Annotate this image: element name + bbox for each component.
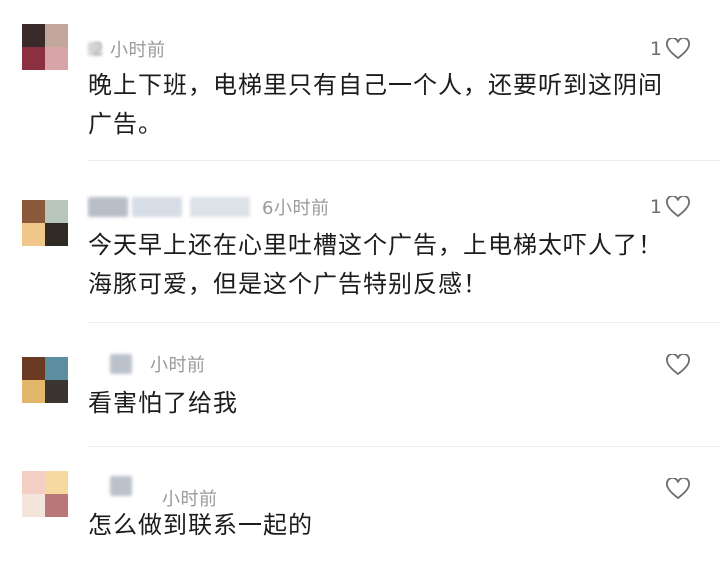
like-button[interactable]: [662, 352, 690, 378]
comment-item: 小时前 怎么做到联系一起的: [0, 446, 720, 583]
like-count: 1: [649, 38, 662, 60]
username-blurred[interactable]: [110, 476, 132, 496]
comment-line: 晚上下班，电梯里只有自己一个人，还要听到这阴间: [88, 71, 663, 99]
avatar-pixel: [45, 471, 68, 494]
comment-text: 怎么做到联系一起的: [88, 506, 698, 545]
avatar-pixel: [22, 200, 45, 223]
comment-item: 6小时前 1 今天早上还在心里吐槽这个广告，上电梯太吓人了！ 海豚可爱，但是这个…: [0, 160, 720, 323]
avatar-pixel: [22, 357, 45, 380]
comment-item: 小时前 看害怕了给我: [0, 322, 720, 447]
avatar-pixel: [22, 471, 45, 494]
avatar-pixel: [45, 24, 68, 47]
comment-line: 今天早上还在心里吐槽这个广告，上电梯太吓人了！: [88, 231, 663, 259]
comment-meta: 6小时前: [88, 195, 329, 219]
heart-icon: [666, 196, 690, 218]
avatar[interactable]: [22, 200, 68, 246]
comment-text: 今天早上还在心里吐槽这个广告，上电梯太吓人了！ 海豚可爱，但是这个广告特别反感！: [88, 226, 698, 304]
avatar[interactable]: [22, 24, 68, 70]
username-blurred: [132, 197, 182, 217]
comment-meta: 小时前: [88, 352, 206, 376]
avatar-pixel: [45, 494, 68, 517]
avatar-pixel: [22, 223, 45, 246]
avatar-pixel: [45, 200, 68, 223]
like-button[interactable]: 1: [650, 36, 690, 62]
avatar-pixel: [22, 24, 45, 47]
comment-time: 6小时前: [262, 198, 330, 219]
comment-meta: 2 小时前: [88, 37, 165, 61]
comment-line: 怎么做到联系一起的: [88, 511, 313, 539]
avatar[interactable]: [22, 357, 68, 403]
like-count: 1: [649, 196, 662, 218]
comment-line: 海豚可爱，但是这个广告特别反感！: [88, 270, 488, 298]
comment-meta: 小时前: [88, 474, 218, 510]
avatar-pixel: [22, 494, 45, 517]
like-button[interactable]: [662, 476, 690, 502]
comment-line: 广告。: [88, 110, 163, 138]
username-blurred[interactable]: [110, 354, 132, 374]
heart-icon: [666, 478, 690, 500]
heart-icon: [666, 354, 690, 376]
avatar-pixel: [45, 47, 68, 70]
username-blurred: [190, 197, 250, 217]
avatar[interactable]: [22, 471, 68, 517]
avatar-pixel: [45, 380, 68, 403]
comment-time: 小时前: [109, 40, 166, 61]
comment-text: 看害怕了给我: [88, 384, 698, 423]
avatar-pixel: [22, 47, 45, 70]
comment-time-prefix: 2: [92, 38, 104, 60]
comment-time: 小时前: [150, 355, 206, 376]
comment-text: 晚上下班，电梯里只有自己一个人，还要听到这阴间 广告。: [88, 66, 698, 144]
comment-item: 2 小时前 1 晚上下班，电梯里只有自己一个人，还要听到这阴间 广告。: [0, 0, 720, 161]
avatar-pixel: [45, 223, 68, 246]
avatar-pixel: [22, 380, 45, 403]
comment-line: 看害怕了给我: [88, 389, 238, 417]
avatar-pixel: [45, 357, 68, 380]
username-blurred[interactable]: [88, 197, 128, 217]
like-button[interactable]: 1: [650, 194, 690, 220]
heart-icon: [666, 38, 690, 60]
